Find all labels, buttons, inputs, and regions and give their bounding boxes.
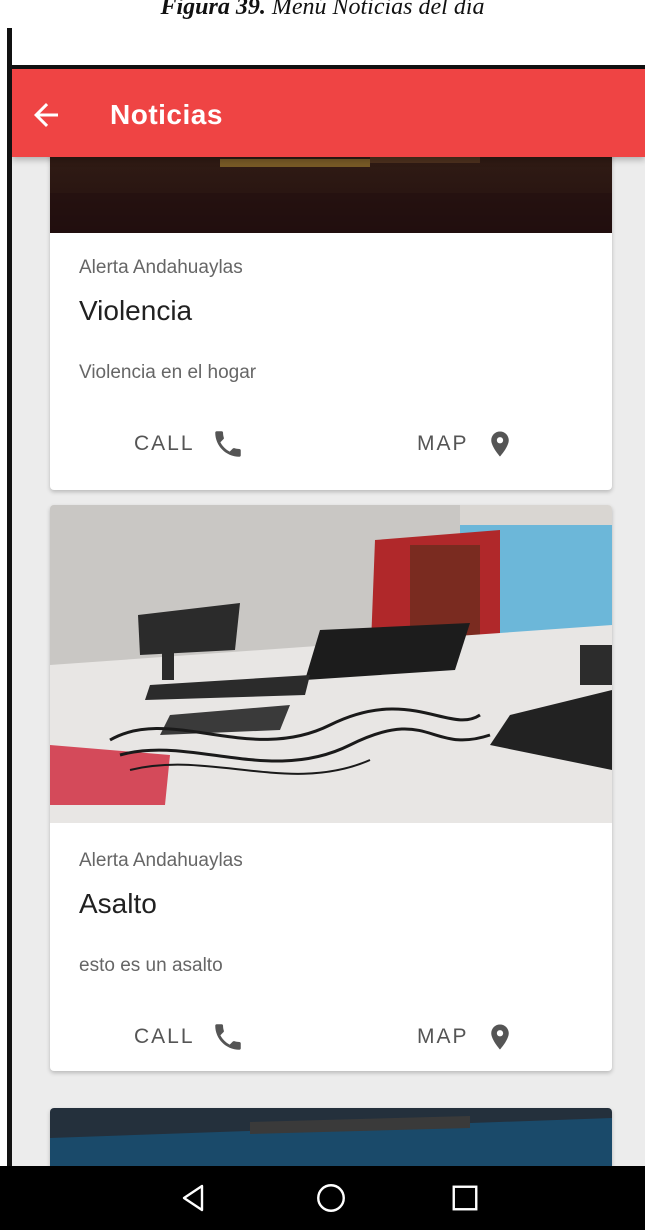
call-label: CALL [134,432,195,455]
back-triangle-icon[interactable] [175,1180,211,1216]
news-image [50,505,612,823]
news-source: Alerta Andahuaylas [79,257,243,278]
call-label: CALL [134,1025,195,1048]
phone-icon [214,1024,241,1050]
news-title: Violencia [79,295,193,326]
figure-label: Figura 39. [160,0,266,20]
map-pin-icon [490,431,509,457]
phone-screen: Noticias Alerta Andahuaylas Violencia Vi… [12,65,645,1166]
system-nav-bar [0,1166,645,1230]
recents-square-icon[interactable] [447,1180,483,1216]
map-label: MAP [417,432,469,455]
news-card[interactable] [50,1108,612,1166]
news-image [50,157,612,233]
figure-caption: Figura 39. Menú Noticias del día [0,0,645,28]
call-button[interactable]: CALL [134,427,245,461]
arrow-left-icon[interactable] [28,97,64,133]
news-card[interactable]: Alerta Andahuaylas Asalto esto es un asa… [50,505,612,1071]
map-button[interactable]: MAP [417,1020,515,1054]
map-pin-icon [490,1024,509,1050]
map-button[interactable]: MAP [417,427,515,461]
news-title: Asalto [79,888,157,919]
news-image [50,1108,612,1166]
map-label: MAP [417,1025,469,1048]
home-circle-icon[interactable] [313,1180,349,1216]
news-list[interactable]: Alerta Andahuaylas Violencia Violencia e… [12,157,645,1166]
news-card[interactable]: Alerta Andahuaylas Violencia Violencia e… [50,157,612,490]
news-description: Violencia en el hogar [79,362,257,383]
call-button[interactable]: CALL [134,1020,245,1054]
news-source: Alerta Andahuaylas [79,850,243,871]
news-description: esto es un asalto [79,955,223,976]
page-title: Noticias [110,99,223,130]
app-bar: Noticias [12,69,645,157]
figure-title: Menú Noticias del día [271,0,485,20]
phone-icon [214,431,241,457]
